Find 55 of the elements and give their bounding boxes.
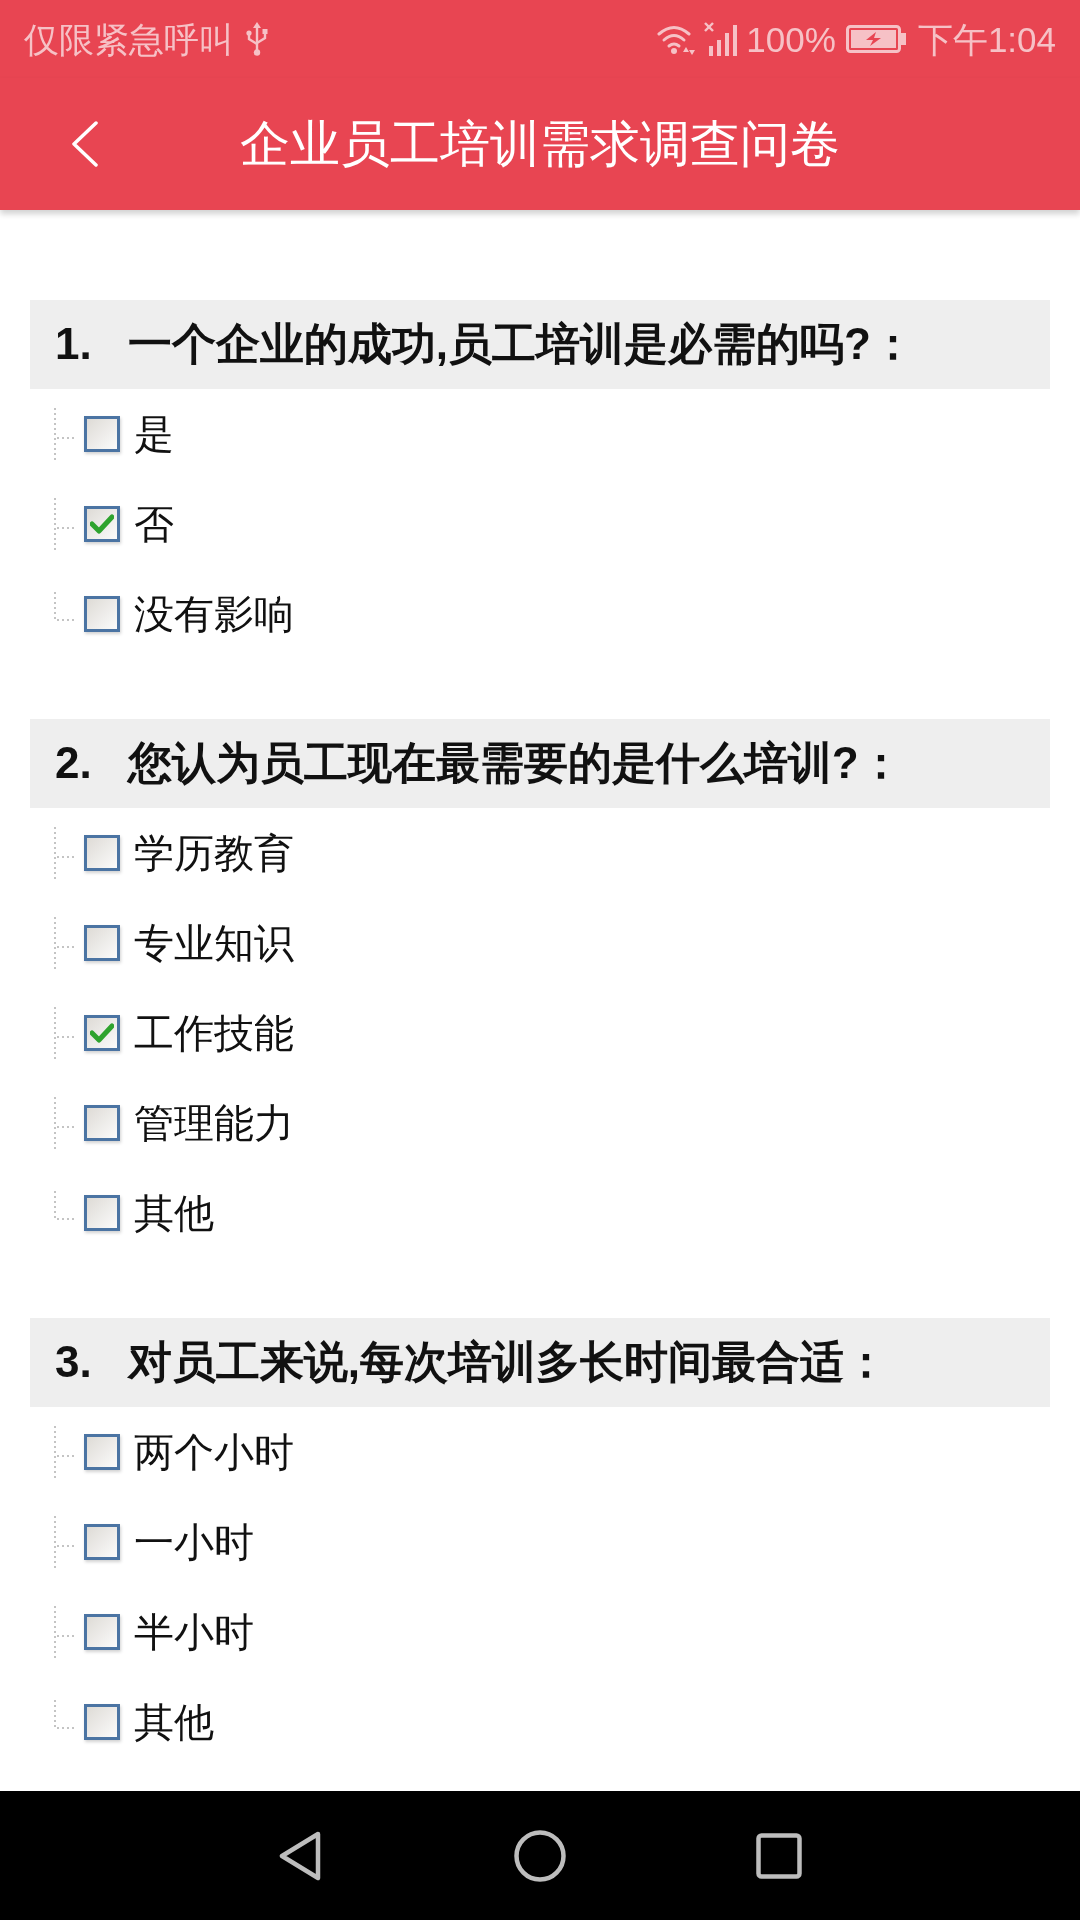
checkbox[interactable] (84, 925, 120, 961)
checkbox[interactable] (84, 416, 120, 452)
checkbox[interactable] (84, 1434, 120, 1470)
tree-connector (54, 592, 76, 622)
checkmark-icon (90, 1023, 114, 1043)
option-label[interactable]: 学历教育 (134, 829, 294, 877)
option-label[interactable]: 是 (134, 410, 174, 458)
tree-connector (54, 498, 76, 550)
question-number: 2. (55, 737, 92, 790)
usb-icon (246, 22, 268, 56)
option-label[interactable]: 管理能力 (134, 1099, 294, 1147)
option-label[interactable]: 专业知识 (134, 919, 294, 967)
option-label[interactable]: 其他 (134, 1698, 214, 1746)
tree-connector (54, 827, 76, 879)
option-label[interactable]: 一小时 (134, 1518, 254, 1566)
checkbox[interactable] (84, 596, 120, 632)
tree-connector (54, 1007, 76, 1059)
tree-connector (54, 1700, 76, 1730)
question-text: 一个企业的成功,员工培训是必需的吗?： (127, 318, 915, 371)
checkbox[interactable] (84, 1524, 120, 1560)
tree-connector (54, 408, 76, 460)
tree-connector (54, 1191, 76, 1221)
checkbox[interactable] (84, 1015, 120, 1051)
status-time: 下午1:04 (917, 21, 1056, 57)
checkbox[interactable] (84, 835, 120, 871)
recents-icon[interactable] (756, 1832, 802, 1879)
chevron-left-icon (70, 121, 98, 167)
wifi-icon (657, 23, 698, 55)
option-label[interactable]: 工作技能 (134, 1009, 294, 1057)
question-number: 3. (55, 1336, 92, 1389)
question-text: 您认为员工现在最需要的是什么培训?： (127, 737, 903, 790)
checkbox[interactable] (84, 1105, 120, 1141)
checkbox[interactable] (84, 1195, 120, 1231)
option-label[interactable]: 其他 (134, 1189, 214, 1237)
option-label[interactable]: 半小时 (134, 1608, 254, 1656)
battery-charging-icon (845, 25, 906, 53)
battery-percentage: 100% (746, 21, 836, 57)
tree-connector (54, 1516, 76, 1568)
question-text: 对员工来说,每次培训多长时间最合适： (127, 1336, 888, 1389)
tree-connector (54, 1097, 76, 1149)
tree-connector (54, 917, 76, 969)
checkbox[interactable] (84, 1704, 120, 1740)
home-icon[interactable] (514, 1829, 566, 1882)
checkmark-icon (90, 514, 114, 534)
option-label[interactable]: 没有影响 (134, 590, 294, 638)
question-number: 1. (55, 318, 92, 371)
page-title: 企业员工培训需求调查问卷 (240, 115, 840, 174)
checkbox[interactable] (84, 1614, 120, 1650)
option-label[interactable]: 否 (134, 500, 174, 548)
option-label[interactable]: 两个小时 (134, 1428, 294, 1476)
back-icon[interactable] (278, 1830, 322, 1881)
status-text: 仅限紧急呼叫 (24, 21, 234, 57)
tree-connector (54, 1606, 76, 1658)
tree-connector (54, 1426, 76, 1478)
checkbox[interactable] (84, 506, 120, 542)
